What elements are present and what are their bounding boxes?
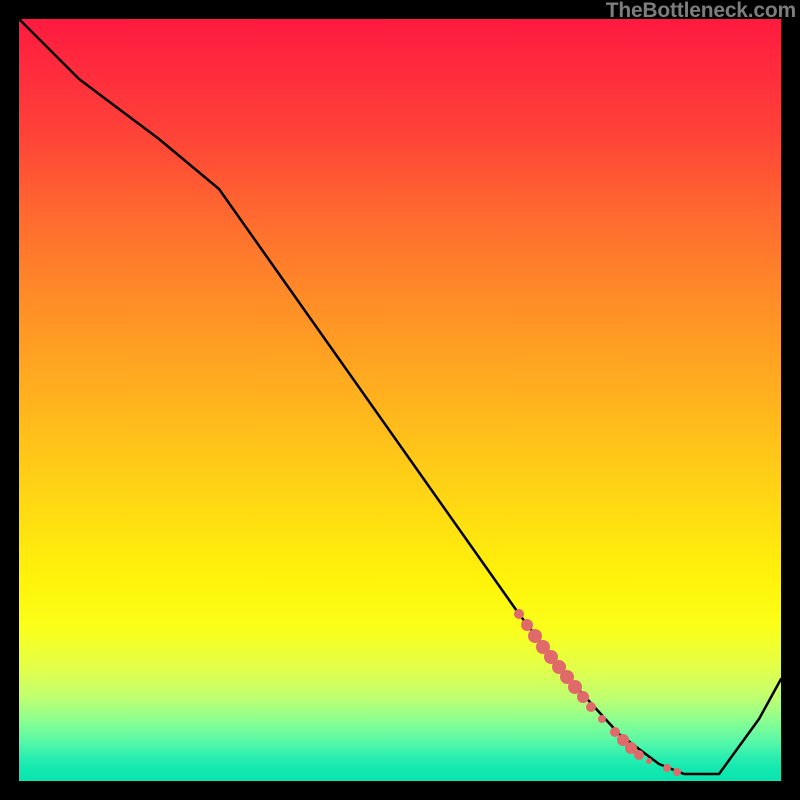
curve-line: [19, 19, 781, 774]
chart-frame: [19, 19, 781, 781]
watermark-text: TheBottleneck.com: [606, 0, 796, 23]
scatter-markers: [514, 609, 681, 776]
chart-svg: [19, 19, 781, 781]
